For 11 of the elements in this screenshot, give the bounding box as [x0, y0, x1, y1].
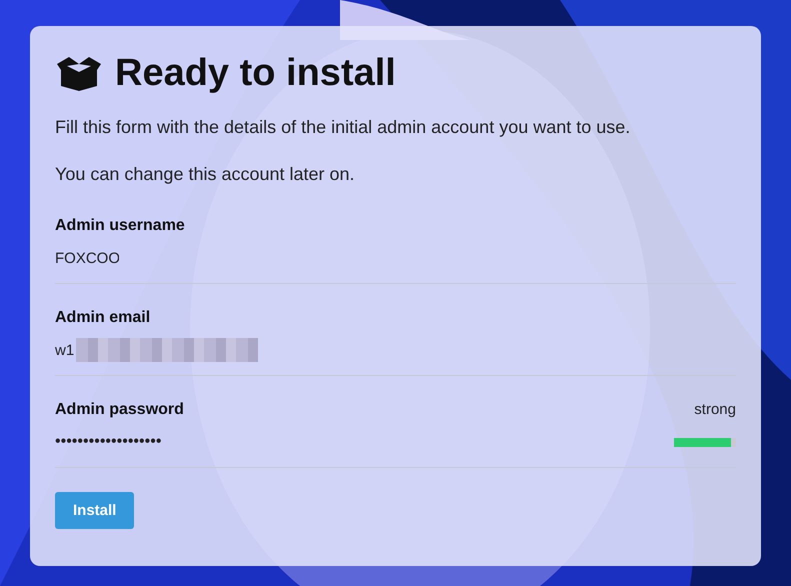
password-field[interactable]: ••••••••••••••••••• — [55, 433, 168, 451]
field-label: Admin email — [55, 309, 150, 327]
input-field[interactable]: w1 — [55, 342, 78, 358]
input-field[interactable]: FOXCOO — [55, 250, 120, 266]
instruction-text: You can change this account later on. — [55, 163, 356, 186]
field-label: Admin password — [55, 401, 184, 419]
strength-text: strong — [694, 401, 736, 418]
field-label: Admin username — [55, 217, 185, 235]
page-title: Ready to install — [115, 52, 396, 95]
instruction-text: Fill this form with the details of the initial admin account you want to use. — [55, 116, 632, 139]
box-icon — [55, 56, 103, 92]
